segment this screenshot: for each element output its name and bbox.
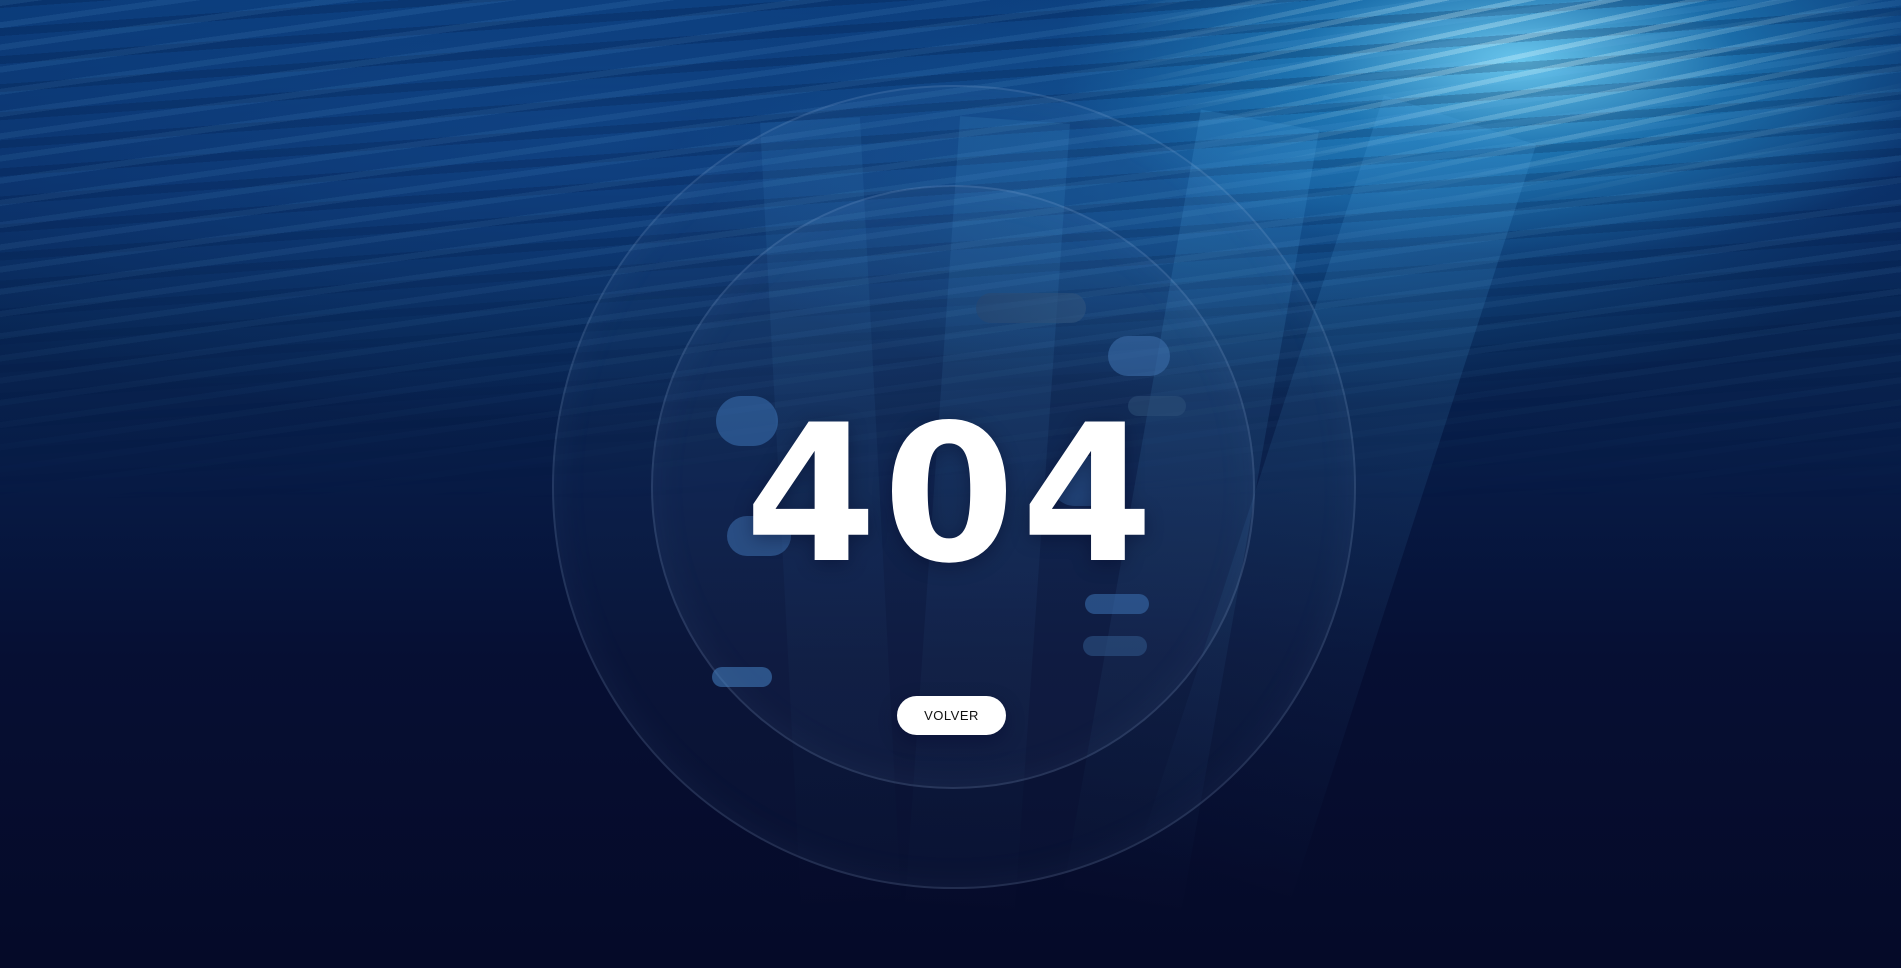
floating-pill — [712, 667, 772, 687]
underwater-background: 404 VOLVER — [0, 0, 1901, 968]
floating-pill — [1083, 636, 1147, 656]
error-code-heading: 404 — [744, 384, 1160, 605]
floating-pill — [976, 293, 1086, 323]
floating-pill — [1108, 336, 1170, 376]
back-button[interactable]: VOLVER — [897, 696, 1006, 735]
